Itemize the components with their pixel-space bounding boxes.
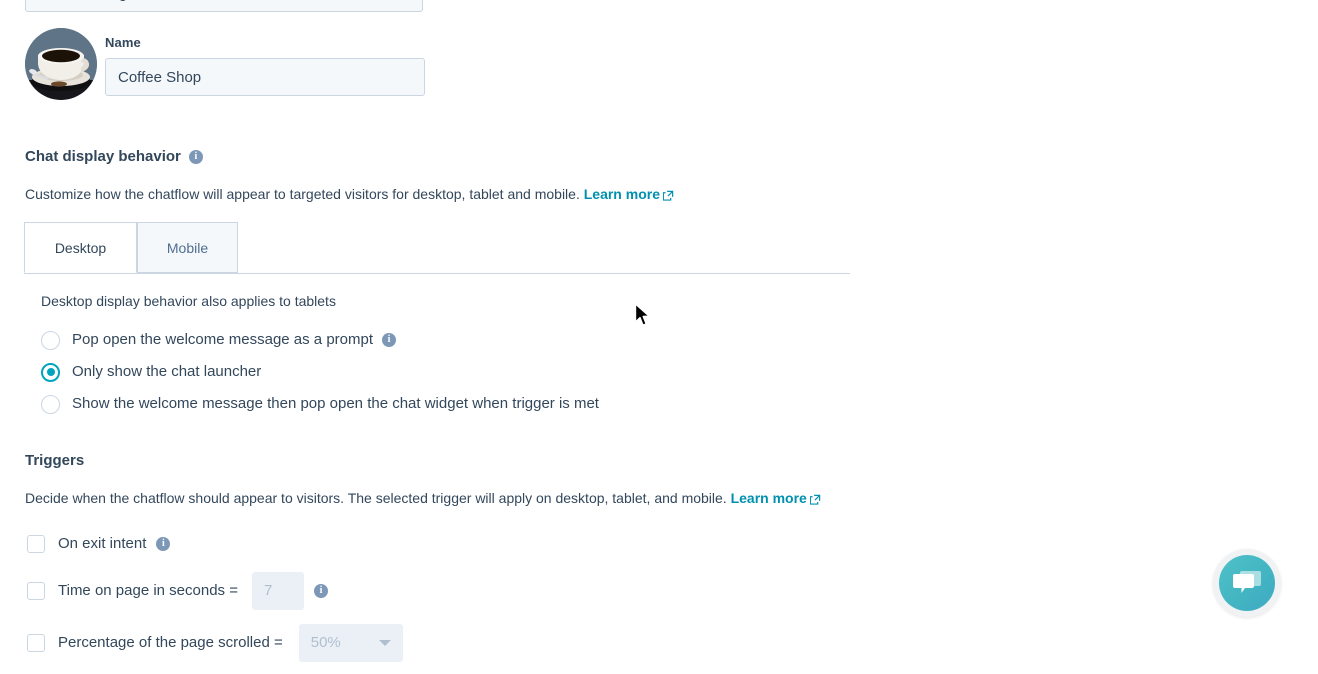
trigger-percentage-scrolled[interactable]: Percentage of the page scrolled = 50% — [27, 624, 403, 662]
trigger-label-wrap: Percentage of the page scrolled = 50% — [58, 624, 403, 662]
radio-option-label: Only show the chat launcher — [72, 363, 262, 380]
chat-bubbles-icon — [1233, 571, 1261, 593]
checkbox-indicator[interactable] — [27, 535, 45, 553]
info-icon[interactable]: i — [313, 584, 328, 598]
chat-display-behavior-heading: Chat display behavior i — [25, 147, 203, 167]
radio-indicator[interactable] — [41, 394, 60, 414]
trigger-label: Percentage of the page scrolled = — [58, 634, 283, 651]
tabs-bottom-border — [24, 273, 850, 274]
radio-option-welcome-then-popup[interactable]: Show the welcome message then pop open t… — [41, 394, 599, 414]
triggers-heading: Triggers — [25, 451, 84, 471]
radio-indicator-selected[interactable] — [41, 362, 60, 382]
checkbox-indicator[interactable] — [27, 634, 45, 652]
radio-option-label-wrap: Show the welcome message then pop open t… — [72, 394, 599, 414]
radio-option-label: Pop open the welcome message as a prompt — [72, 331, 374, 348]
tab-mobile[interactable]: Mobile — [137, 222, 238, 273]
trigger-label: On exit intent — [58, 535, 147, 552]
trigger-label-wrap: Time on page in seconds = 7 i — [58, 572, 328, 610]
trigger-time-on-page[interactable]: Time on page in seconds = 7 i — [27, 572, 328, 610]
time-on-page-input[interactable]: 7 — [251, 572, 304, 610]
info-icon[interactable]: i — [156, 537, 171, 551]
chatflow-settings-page: Chat heading — [0, 0, 1318, 674]
triggers-description: Decide when the chatflow should appear t… — [25, 488, 821, 510]
name-label: Name — [105, 35, 141, 50]
external-link-icon — [809, 490, 821, 510]
chat-launcher-circle — [1219, 555, 1275, 611]
trigger-label-wrap: On exit intent i — [58, 534, 171, 554]
chevron-down-icon — [378, 640, 391, 646]
radio-option-label: Show the welcome message then pop open t… — [72, 395, 599, 412]
triggers-learn-more-link[interactable]: Learn more — [731, 490, 821, 506]
coffee-cup-avatar — [25, 28, 97, 100]
learn-more-label: Learn more — [730, 490, 807, 506]
tab-desktop[interactable]: Desktop — [24, 222, 137, 273]
info-icon[interactable]: i — [188, 150, 203, 164]
chat-display-behavior-description: Customize how the chatflow will appear t… — [25, 184, 674, 206]
mouse-cursor — [634, 303, 652, 333]
display-behavior-tabs: Desktop Mobile — [24, 222, 850, 274]
radio-option-pop-open-welcome[interactable]: Pop open the welcome message as a prompt… — [41, 330, 397, 350]
name-field-group: Name Coffee Shop — [105, 34, 425, 96]
chat-display-learn-more-link[interactable]: Learn more — [584, 186, 674, 202]
chat-display-description-text: Customize how the chatflow will appear t… — [25, 186, 580, 202]
chat-display-behavior-title: Chat display behavior — [25, 148, 181, 165]
truncated-text-input[interactable]: Chat heading — [25, 0, 423, 12]
radio-option-label-wrap: Pop open the welcome message as a prompt… — [72, 330, 397, 350]
desktop-behavior-note: Desktop display behavior also applies to… — [41, 293, 336, 309]
external-link-icon — [662, 186, 674, 206]
triggers-title: Triggers — [25, 452, 85, 469]
name-input[interactable]: Coffee Shop — [105, 58, 425, 96]
radio-option-label-wrap: Only show the chat launcher — [72, 362, 261, 382]
trigger-on-exit-intent[interactable]: On exit intent i — [27, 534, 171, 554]
learn-more-label: Learn more — [583, 186, 660, 202]
radio-indicator[interactable] — [41, 330, 60, 350]
percentage-scrolled-select[interactable]: 50% — [298, 624, 403, 662]
chat-launcher-button[interactable] — [1213, 549, 1281, 617]
radio-option-only-launcher[interactable]: Only show the chat launcher — [41, 362, 261, 382]
checkbox-indicator[interactable] — [27, 582, 45, 600]
percentage-scrolled-value: 50% — [310, 634, 341, 651]
trigger-label: Time on page in seconds = — [58, 582, 238, 599]
info-icon[interactable]: i — [382, 333, 397, 347]
triggers-description-text: Decide when the chatflow should appear t… — [25, 490, 727, 506]
